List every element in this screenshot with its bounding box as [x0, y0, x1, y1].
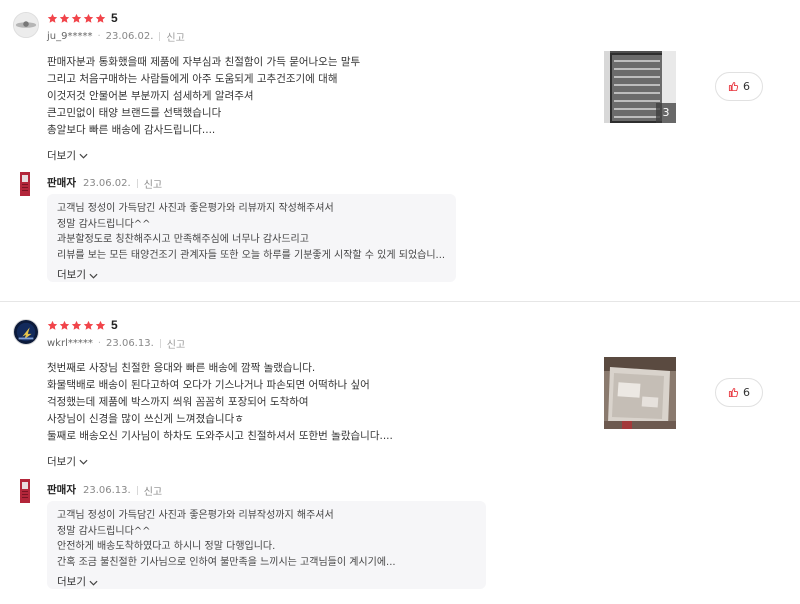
reply-line: 고객님 정성이 가득담긴 사진과 좋은평가와 리뷰작성까지 해주셔서	[57, 510, 334, 521]
review-line: 판매자분과 통화했을때 제품에 자부심과 친절함이 가득 묻어나오는 말투	[47, 56, 361, 68]
star-rating: 5	[47, 318, 118, 332]
reply-line: 리뷰를 보는 모든 태양건조기 관계자들 또한 오늘 하루를 기분좋게 시작할 …	[57, 249, 446, 261]
reply-line: 정말 감사드립니다^^	[57, 218, 151, 230]
star-icon	[47, 320, 58, 331]
reply-bubble: 고객님 정성이 가득담긴 사진과 좋은평가와 리뷰작성까지 해주셔서 정말 감사…	[47, 501, 486, 589]
review-line: 둘째로 배송오신 기사님이 하차도 도와주시고 친절하셔서 또한번 놀랐습니다.…	[47, 430, 393, 442]
star-icon	[59, 320, 70, 331]
star-rating: 5	[47, 11, 118, 25]
review-meta: ju_9***** · 23.06.02. 신고	[47, 29, 185, 44]
review-date: 23.06.02.	[105, 31, 154, 42]
more-label: 더보기	[47, 456, 76, 468]
reply-line: 고객님 정성이 가득담긴 사진과 좋은평가와 리뷰까지 작성해주셔서	[57, 203, 334, 214]
meta-dot: ·	[97, 338, 102, 349]
more-label: 더보기	[47, 150, 76, 162]
like-button[interactable]: 6	[715, 72, 763, 101]
photo-count-badge: 3	[656, 103, 676, 123]
star-icon	[47, 13, 58, 24]
meta-separator	[159, 32, 161, 41]
user-avatar[interactable]	[13, 12, 39, 38]
like-count: 6	[743, 80, 750, 93]
packaged-box-photo	[604, 357, 676, 429]
user-avatar[interactable]	[13, 319, 39, 345]
seller-logo-icon	[20, 479, 30, 503]
review-date: 23.06.13.	[106, 338, 154, 349]
reply-line: 정말 감사드립니다^^	[57, 525, 151, 537]
reply-date: 23.06.02.	[83, 178, 131, 189]
chevron-down-icon	[89, 273, 98, 279]
expand-reply-button[interactable]: 더보기	[57, 575, 476, 591]
reply-meta: 23.06.13. 신고	[83, 483, 162, 498]
review-item: 5 ju_9***** · 23.06.02. 신고 판매자분과 통화했을때 제…	[0, 0, 800, 300]
review-line: 사장님이 신경을 많이 쓰신게 느껴졌습니다ㅎ	[47, 413, 244, 425]
reply-bubble: 고객님 정성이 가득담긴 사진과 좋은평가와 리뷰까지 작성해주셔서 정말 감사…	[47, 194, 456, 282]
review-line: 첫번째로 사장님 친절한 응대와 빠른 배송에 깜짝 놀랬습니다.	[47, 362, 316, 374]
chevron-down-icon	[79, 153, 88, 159]
meta-separator	[136, 486, 138, 495]
seller-logo-icon	[20, 172, 30, 196]
review-photo-thumbnail[interactable]	[604, 357, 676, 429]
reply-meta: 23.06.02. 신고	[83, 176, 162, 191]
expand-review-button[interactable]: 더보기	[47, 454, 88, 469]
report-link[interactable]: 신고	[167, 336, 185, 351]
like-count: 6	[743, 386, 750, 399]
reply-line: 간혹 조금 불친절한 기사님으로 인하여 불만족을 느끼시는 고객님들이 계시기…	[57, 556, 396, 568]
thumbs-up-icon	[728, 82, 739, 92]
like-button[interactable]: 6	[715, 378, 763, 407]
seller-name: 판매자	[47, 484, 76, 496]
reply-date: 23.06.13.	[83, 485, 131, 496]
review-body: 첫번째로 사장님 친절한 응대와 빠른 배송에 깜짝 놀랬습니다. 화물택배로 …	[47, 360, 567, 445]
thumbs-up-icon	[728, 388, 739, 398]
review-line: 큰고민없이 태양 브랜드를 선택했습니다	[47, 107, 222, 119]
reply-line: 과분할정도로 칭찬해주시고 만족해주심에 너무나 감사드리고	[57, 234, 309, 245]
rating-score: 5	[111, 318, 118, 332]
star-icon	[83, 13, 94, 24]
expand-review-button[interactable]: 더보기	[47, 148, 88, 163]
expand-reply-button[interactable]: 더보기	[57, 268, 446, 284]
report-link[interactable]: 신고	[166, 29, 184, 44]
meta-separator	[136, 179, 138, 188]
username: wkrl*****	[47, 338, 93, 349]
star-icon	[95, 320, 106, 331]
meta-separator	[159, 339, 161, 348]
meta-dot: ·	[97, 31, 101, 42]
more-label: 더보기	[57, 576, 86, 588]
rating-score: 5	[111, 11, 118, 25]
report-link[interactable]: 신고	[144, 176, 162, 191]
chevron-down-icon	[79, 459, 88, 465]
review-line: 화물택배로 배송이 된다고하여 오다가 기스나거나 파손되면 어떡하나 싶어	[47, 379, 370, 391]
report-link[interactable]: 신고	[144, 483, 162, 498]
star-icon	[71, 13, 82, 24]
review-meta: wkrl***** · 23.06.13. 신고	[47, 336, 185, 351]
review-body: 판매자분과 통화했을때 제품에 자부심과 친절함이 가득 묻어나오는 말투 그리…	[47, 54, 567, 139]
username: ju_9*****	[47, 31, 93, 42]
star-icon	[71, 320, 82, 331]
star-icon	[95, 13, 106, 24]
more-label: 더보기	[57, 269, 86, 281]
review-photo-thumbnail[interactable]: 3	[604, 51, 676, 123]
review-line: 총알보다 빠른 배송에 감사드립니다....	[47, 124, 216, 136]
review-line: 이것저것 안물어본 부분까지 섬세하게 알려주셔	[47, 90, 254, 102]
review-line: 걱정했는데 제품에 박스까지 씌워 꼼꼼히 포장되어 도착하여	[47, 396, 309, 408]
star-icon	[59, 13, 70, 24]
review-item: 5 wkrl***** · 23.06.13. 신고 첫번째로 사장님 친절한 …	[0, 303, 800, 604]
review-divider	[0, 301, 800, 302]
review-line: 그리고 처음구매하는 사람들에게 아주 도움되게 고추건조기에 대해	[47, 73, 338, 85]
chevron-down-icon	[89, 580, 98, 586]
reply-line: 안전하게 배송도착하였다고 하시니 정말 다행입니다.	[57, 541, 276, 552]
seller-name: 판매자	[47, 177, 76, 189]
star-icon	[83, 320, 94, 331]
